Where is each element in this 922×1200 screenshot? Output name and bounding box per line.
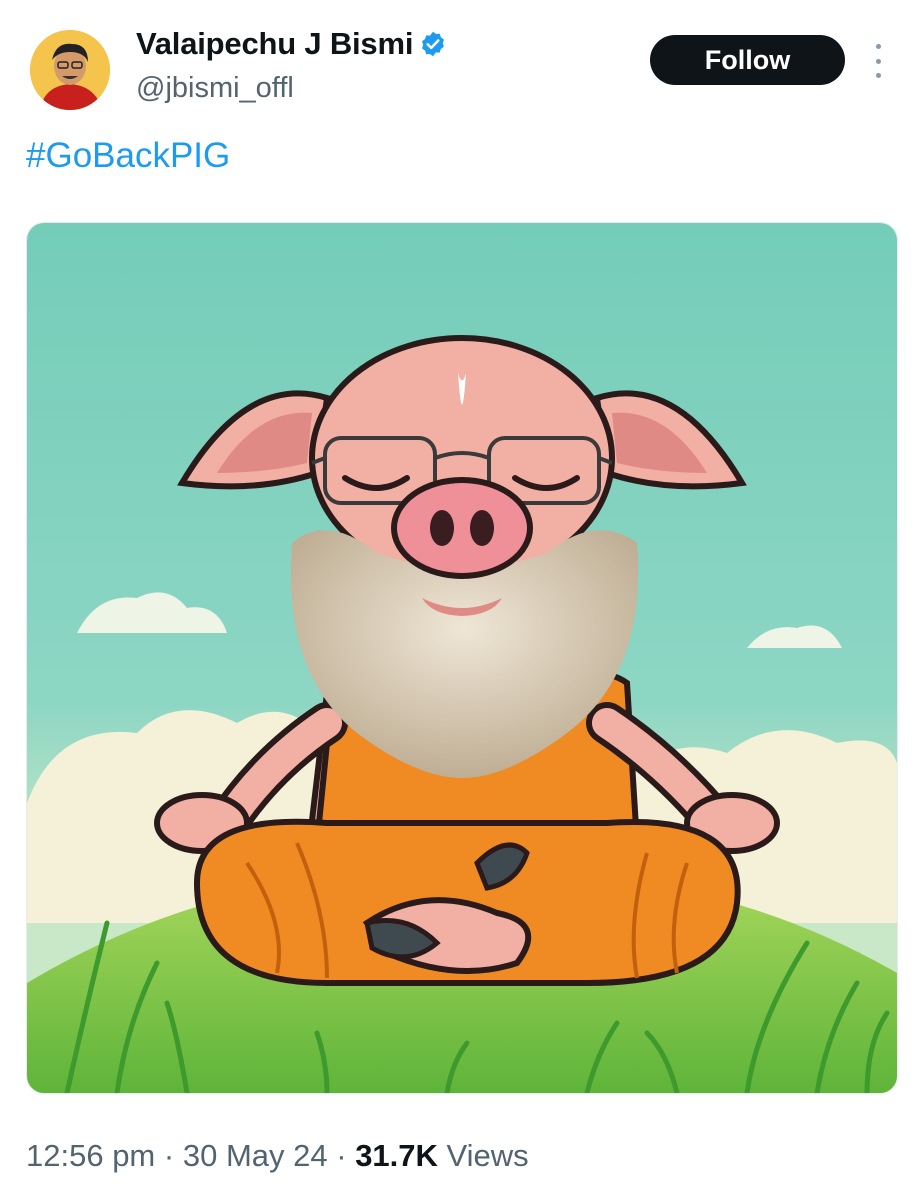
tweet-header: Valaipechu J Bismi @jbismi_offl Follow xyxy=(0,0,922,130)
verified-badge-icon xyxy=(422,31,445,57)
views-count: 31.7K xyxy=(355,1138,438,1173)
tweet-date[interactable]: 30 May 24 xyxy=(183,1138,328,1173)
author-display-name[interactable]: Valaipechu J Bismi xyxy=(136,26,447,62)
views-label: Views xyxy=(446,1138,529,1173)
meta-separator: · xyxy=(163,1138,175,1173)
author-handle[interactable]: @jbismi_offl xyxy=(136,72,294,105)
tweet-hashtag-link[interactable]: #GoBackPIG xyxy=(26,136,230,176)
meditating-pig-illustration xyxy=(27,223,897,1093)
tweet-media-image[interactable] xyxy=(26,222,898,1094)
tweet-time[interactable]: 12:56 pm xyxy=(26,1138,155,1173)
author-avatar[interactable] xyxy=(30,30,110,110)
author-name-text: Valaipechu J Bismi xyxy=(136,26,414,61)
more-options-icon[interactable] xyxy=(866,44,890,78)
meta-separator-2: · xyxy=(336,1138,347,1173)
tweet-meta: 12:56 pm · 30 May 24 · 31.7K Views xyxy=(26,1138,529,1174)
follow-button[interactable]: Follow xyxy=(650,35,845,85)
